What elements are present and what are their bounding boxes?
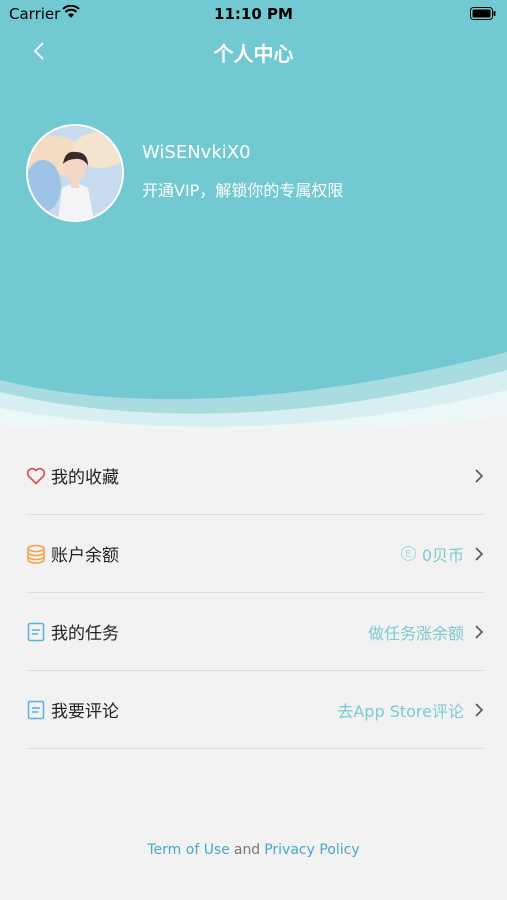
chevron-right-icon: [474, 702, 484, 718]
avatar-photo: [28, 126, 122, 220]
heart-icon: [26, 466, 46, 486]
page-title: 个人中心: [213, 42, 294, 66]
menu-item-right: E 0贝币: [400, 515, 484, 592]
coin-icon: E: [400, 546, 416, 561]
menu-item-tasks[interactable]: 我的任务 做任务涨余额: [26, 593, 484, 671]
tasks-hint: 做任务涨余额: [367, 623, 464, 643]
username: WiSENvkiX0: [142, 142, 251, 163]
chevron-right-icon: [474, 624, 484, 640]
footer-and: and: [233, 842, 261, 858]
document-icon: [26, 622, 46, 642]
status-bar: Carrier 11:10 PM: [0, 0, 507, 28]
terms-link[interactable]: Term of Use: [147, 842, 229, 858]
menu-item-right: [474, 437, 484, 514]
header-wave: [0, 352, 507, 430]
menu-item-review[interactable]: 我要评论 去App Store评论: [26, 671, 484, 749]
menu-item-right: 做任务涨余额: [368, 593, 484, 670]
menu-item-label: 账户余额: [51, 546, 119, 566]
avatar[interactable]: [26, 124, 124, 222]
battery-icon: [470, 7, 496, 20]
settings-menu: 我的收藏 账户余额 E 0贝币 我的任务 做任务涨余额 我要评论 去App St…: [26, 437, 484, 749]
menu-item-label: 我的收藏: [51, 468, 119, 488]
chevron-right-icon: [474, 468, 484, 484]
privacy-link[interactable]: Privacy Policy: [264, 842, 359, 858]
chevron-right-icon: [474, 546, 484, 562]
menu-item-balance[interactable]: 账户余额 E 0贝币: [26, 515, 484, 593]
legal-footer: Term of Use and Privacy Policy: [0, 842, 507, 858]
review-hint: 去App Store评论: [337, 701, 464, 721]
balance-value: 0贝币: [421, 545, 464, 565]
coins-icon: [26, 544, 46, 564]
menu-item-right: 去App Store评论: [337, 671, 484, 748]
menu-item-favorites[interactable]: 我的收藏: [26, 437, 484, 515]
status-time: 11:10 PM: [214, 5, 293, 23]
menu-item-label: 我的任务: [51, 624, 119, 644]
vip-prompt-link[interactable]: 开通VIP，解锁你的专属权限: [142, 177, 343, 201]
menu-item-label: 我要评论: [51, 702, 119, 722]
profile-header: Carrier 11:10 PM 个人中心 WiSENvkiX0 开通VIP，解…: [0, 0, 507, 430]
document-icon: [26, 700, 46, 720]
